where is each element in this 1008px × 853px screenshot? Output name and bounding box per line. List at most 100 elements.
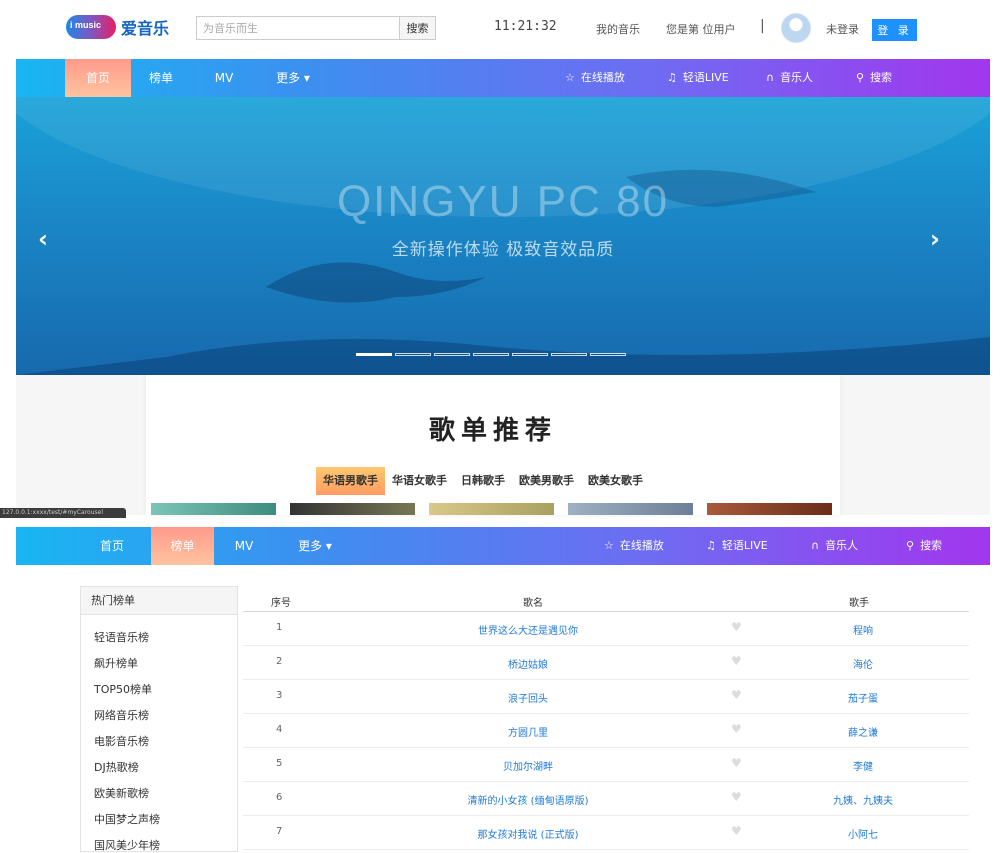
- carousel-prev-icon[interactable]: ‹: [38, 225, 48, 253]
- playlist-thumbnail[interactable]: [568, 503, 693, 515]
- playlist-thumbnail[interactable]: [290, 503, 415, 515]
- tab-chinese-female[interactable]: 华语女歌手: [385, 467, 454, 495]
- playlist-section: 歌单推荐 华语男歌手 华语女歌手 日韩歌手 欧美男歌手 欧美女歌手: [16, 375, 990, 515]
- sidebar-item-western[interactable]: 欧美新歌榜: [94, 785, 149, 801]
- carousel-indicators: [356, 353, 626, 356]
- singer-link[interactable]: 薛之谦: [783, 724, 943, 739]
- singer-link[interactable]: 程响: [783, 622, 943, 637]
- nav-musician-label: 音乐人: [780, 71, 814, 84]
- table-row: 4 方圆几里 ♥ 薛之谦: [243, 714, 969, 748]
- site-logo[interactable]: i music 爱音乐: [66, 15, 169, 39]
- tab-western-female[interactable]: 欧美女歌手: [581, 467, 650, 495]
- song-table-header: 序号 歌名 歌手: [243, 588, 969, 612]
- song-link[interactable]: 方圆几里: [243, 724, 813, 739]
- table-row: 6 清新的小女孩 (缅甸语原版) ♥ 九姨、九姨夫: [243, 782, 969, 816]
- nav-online-play[interactable]: ☆ 在线播放: [565, 59, 625, 97]
- category-tabs: 华语男歌手 华语女歌手 日韩歌手 欧美男歌手 欧美女歌手: [316, 467, 650, 495]
- heart-icon[interactable]: ♥: [731, 722, 742, 736]
- nav-search[interactable]: ⚲ 搜索: [856, 59, 892, 97]
- heart-icon[interactable]: ♥: [731, 654, 742, 668]
- section-title: 歌单推荐: [428, 416, 557, 446]
- secondary-nav: 首页 榜单 MV 更多 ▾ ☆ 在线播放 ♫ 轻语LIVE ∩ 音乐人 ⚲ 搜索: [16, 527, 990, 565]
- nav-mv[interactable]: MV: [224, 527, 264, 565]
- star-icon: ☆: [604, 539, 614, 552]
- nav-mv[interactable]: MV: [204, 59, 244, 97]
- heart-icon[interactable]: ♥: [731, 790, 742, 804]
- nav-live-label: 轻语LIVE: [682, 71, 729, 84]
- sidebar-item-network[interactable]: 网络音乐榜: [94, 707, 149, 723]
- sidebar-item-china-dream[interactable]: 中国梦之声榜: [94, 811, 160, 827]
- my-music-link[interactable]: 我的音乐: [596, 21, 640, 37]
- song-link[interactable]: 那女孩对我说 (正式版): [243, 826, 813, 841]
- heart-icon[interactable]: ♥: [731, 688, 742, 702]
- nav-more[interactable]: 更多 ▾: [290, 527, 340, 565]
- search-icon: ⚲: [906, 539, 915, 552]
- search-button[interactable]: 搜索: [399, 17, 435, 39]
- carousel-dot[interactable]: [356, 353, 392, 356]
- carousel-dot[interactable]: [551, 353, 587, 356]
- nav-home[interactable]: 首页: [92, 527, 132, 565]
- search-box: 搜索: [196, 16, 436, 40]
- playlist-thumbnail[interactable]: [707, 503, 832, 515]
- nav-live[interactable]: ♫ 轻语LIVE: [706, 527, 768, 565]
- tab-western-male[interactable]: 欧美男歌手: [512, 467, 581, 495]
- sidebar-item-guofeng[interactable]: 国风美少年榜: [94, 837, 160, 853]
- banner-subtitle: 全新操作体验 极致音效品质: [391, 240, 615, 260]
- nav-musician[interactable]: ∩ 音乐人: [766, 59, 813, 97]
- nav-charts[interactable]: 榜单: [151, 527, 214, 565]
- sidebar-item-movie[interactable]: 电影音乐榜: [94, 733, 149, 749]
- search-input[interactable]: [197, 17, 399, 39]
- nav-home[interactable]: 首页: [65, 59, 131, 97]
- playlist-panel: 歌单推荐 华语男歌手 华语女歌手 日韩歌手 欧美男歌手 欧美女歌手: [146, 375, 840, 515]
- carousel-dot[interactable]: [512, 353, 548, 356]
- sidebar-item-dj[interactable]: DJ热歌榜: [94, 759, 139, 775]
- nav-musician[interactable]: ∩ 音乐人: [811, 527, 858, 565]
- singer-link[interactable]: 茄子蛋: [783, 690, 943, 705]
- carousel-dot[interactable]: [434, 353, 470, 356]
- music-note-icon: ♫: [706, 539, 716, 552]
- singer-link[interactable]: 海伦: [783, 656, 943, 671]
- song-link[interactable]: 世界这么大还是遇见你: [243, 622, 813, 637]
- singer-link[interactable]: 九姨、九姨夫: [783, 792, 943, 807]
- carousel-dot[interactable]: [395, 353, 431, 356]
- tab-jpkr[interactable]: 日韩歌手: [454, 467, 512, 495]
- table-row: 1 世界这么大还是遇见你 ♥ 程响: [243, 612, 969, 646]
- header-singer: 歌手: [849, 598, 869, 609]
- nav-charts[interactable]: 榜单: [141, 59, 181, 97]
- sidebar-heading: 热门榜单: [81, 587, 237, 615]
- nav-search[interactable]: ⚲ 搜索: [906, 527, 942, 565]
- playlist-thumbnail[interactable]: [151, 503, 276, 515]
- heart-icon[interactable]: ♥: [731, 756, 742, 770]
- heart-icon[interactable]: ♥: [731, 824, 742, 838]
- nav-online-play-label: 在线播放: [580, 71, 625, 84]
- singer-link[interactable]: 小阿七: [783, 826, 943, 841]
- header-separator: |: [760, 18, 765, 34]
- carousel-dot[interactable]: [473, 353, 509, 356]
- headphones-icon: ∩: [811, 539, 820, 552]
- song-link[interactable]: 浪子回头: [243, 690, 813, 705]
- nav-search-label: 搜索: [920, 539, 943, 552]
- sidebar-item-qingyu[interactable]: 轻语音乐榜: [94, 629, 149, 645]
- song-link[interactable]: 清新的小女孩 (缅甸语原版): [243, 792, 813, 807]
- song-link[interactable]: 贝加尔湖畔: [243, 758, 813, 773]
- visitor-count-text: 您是第 位用户: [666, 23, 736, 36]
- heart-icon[interactable]: ♥: [731, 620, 742, 634]
- avatar[interactable]: [781, 13, 811, 43]
- sidebar-item-top50[interactable]: TOP50榜单: [94, 681, 152, 697]
- site-header: i music 爱音乐 搜索 11:21:32 我的音乐 您是第 位用户 | 未…: [0, 0, 1008, 58]
- tab-chinese-male[interactable]: 华语男歌手: [316, 467, 385, 495]
- nav-online-play[interactable]: ☆ 在线播放: [604, 527, 664, 565]
- login-button[interactable]: 登 录: [872, 19, 917, 41]
- carousel-dot[interactable]: [590, 353, 626, 356]
- nav-search-label: 搜索: [870, 71, 893, 84]
- playlist-thumbnail[interactable]: [429, 503, 554, 515]
- sidebar-item-rising[interactable]: 飙升榜单: [94, 655, 138, 671]
- nav-more[interactable]: 更多 ▾: [268, 59, 318, 97]
- chart-sidebar: 热门榜单 轻语音乐榜 飙升榜单 TOP50榜单 网络音乐榜 电影音乐榜 DJ热歌…: [80, 586, 238, 852]
- clock: 11:21:32: [494, 19, 557, 34]
- nav-live[interactable]: ♫ 轻语LIVE: [667, 59, 729, 97]
- song-link[interactable]: 桥边姑娘: [243, 656, 813, 671]
- carousel-next-icon[interactable]: ›: [930, 225, 940, 253]
- singer-link[interactable]: 李健: [783, 758, 943, 773]
- nav-live-label: 轻语LIVE: [721, 539, 768, 552]
